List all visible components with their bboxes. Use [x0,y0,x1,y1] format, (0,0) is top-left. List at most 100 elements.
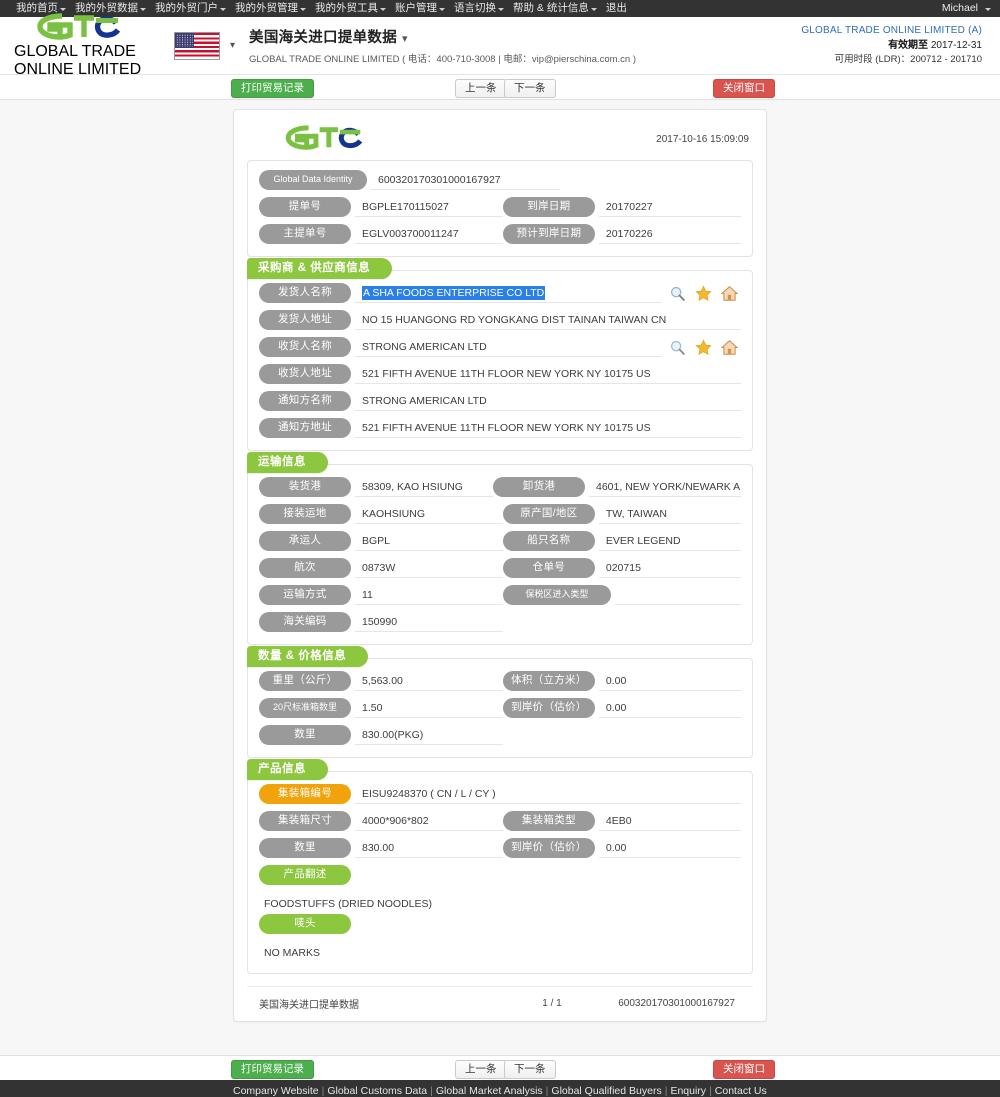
transport-card: 运输信息 装货港 58309, KAO HSIUNG 卸货港 4601, NEW… [247,452,753,645]
receipt-place-value: KAOHSIUNG [355,505,503,524]
nav-item-trade-portal[interactable]: 我的外贸门户 [147,0,227,17]
row-voyage-manifest: 航次 0873W 仓单号 020715 [259,558,741,578]
master-bl-number-value: EGLV003700011247 [355,225,503,244]
document-footer: 美国海关进口提单数据 1 / 1 600320170301000167927 [247,986,753,1011]
row-consignee-name: 收货人名称 STRONG AMERICAN LTD [259,337,741,357]
toolbar-bottom: 打印贸易记录 上一条 下一条 关闭窗口 [0,1055,1000,1080]
row-mode-bonded: 运输方式 11 保税区进入类型 [259,585,741,605]
footer-links: Company Website | Global Customs Data | Glob… [233,1084,767,1097]
row-teu-cif: 20尺标准箱数里 1.50 到岸价（估价） 0.00 [259,698,741,718]
previous-record-button[interactable]: 上一条 [455,79,507,98]
weight-label: 重里（公斤） [259,671,351,691]
row-product-description-label: 产品翻述 [259,865,741,885]
product-cif-price-label: 到岸价（估价） [502,838,595,858]
product-quantity-label: 数里 [259,838,351,858]
previous-record-button-bottom[interactable]: 上一条 [455,1060,507,1079]
close-window-button-bottom[interactable]: 关闭窗口 [713,1060,775,1079]
row-global-data-identity: Global Data Identity 6003201703010001679… [259,170,741,190]
home-icon[interactable] [721,339,738,356]
footer-link-contact-us[interactable]: Contact Us [715,1085,767,1097]
print-trade-record-button[interactable]: 打印贸易记录 [231,79,314,98]
page-title: 美国海关进口提单数据 ▾ [249,26,636,47]
transport-mode-label: 运输方式 [259,585,351,605]
quantity-label: 数里 [259,725,351,745]
row-quantity: 数里 830.00(PKG) [259,725,741,745]
product-description-label: 产品翻述 [259,865,351,885]
next-record-button[interactable]: 下一条 [504,79,556,98]
icp-license: 苏ICP备14033305号 [0,1094,233,1097]
document-gto-logo-icon [285,125,363,150]
toolbar-top: 打印贸易记录 上一条 下一条 关闭窗口 [0,75,1000,100]
nav-item-language-switch[interactable]: 语言切换 [446,0,505,17]
notify-party-address-value: 521 FIFTH AVENUE 11TH FLOOR NEW YORK NY … [355,419,741,438]
load-port-value: 58309, KAO HSIUNG [355,478,493,497]
top-navigation-bar: 我的首页 我的外贸数据 我的外贸门户 我的外贸管理 我的外贸工具 账户管理 语言… [0,0,1000,17]
marks-value: NO MARKS [264,947,321,959]
row-consignee-address: 收货人地址 521 FIFTH AVENUE 11TH FLOOR NEW YO… [259,364,741,384]
page-root: 我的首页 我的外贸数据 我的外贸门户 我的外贸管理 我的外贸工具 账户管理 语言… [0,0,1000,1097]
load-port-label: 装货港 [259,477,351,497]
nav-item-trade-tools[interactable]: 我的外贸工具 [307,0,387,17]
transport-section-title: 运输信息 [247,452,328,473]
footer-link-company-website[interactable]: Company Website [233,1085,319,1097]
page-title-chevron-down-icon[interactable]: ▾ [402,33,408,45]
us-flag-icon[interactable] [174,31,220,60]
star-icon[interactable] [695,338,712,356]
manifest-number-value: 020715 [598,559,741,578]
voyage-value: 0873W [355,559,503,578]
page-title-block: 美国海关进口提单数据 ▾ GLOBAL TRADE ONLINE LIMITED … [249,26,636,65]
container-size-label: 集装箱尺寸 [259,811,351,831]
transport-mode-value: 11 [355,586,503,605]
product-section-title: 产品信息 [247,759,328,780]
global-data-identity-value: 600320170301000167927 [371,171,560,190]
cif-price-label: 到岸价（估价） [502,698,595,718]
account-ldr: 可用时段 (LDR)：200712 - 201710 [801,53,982,67]
volume-label: 体积（立方米） [502,671,595,691]
product-description-value: FOODSTUFFS (DRIED NOODLES) [264,898,433,910]
bl-number-value: BGPLE170115027 [355,198,503,217]
bonded-entry-type-value [614,586,741,605]
nav-item-user-menu[interactable]: Michael [934,0,992,17]
hs-code-value: 150990 [355,613,503,632]
nav-item-trade-management[interactable]: 我的外贸管理 [227,0,307,17]
notify-party-name-value: STRONG AMERICAN LTD [355,392,741,411]
footer-link-global-qualified-buyers[interactable]: Global Qualified Buyers [551,1085,661,1097]
row-container-number: 集装箱编号 EISU9248370 ( CN / L / CY ) [259,784,741,804]
page-title-text: 美国海关进口提单数据 [249,30,398,46]
footer-link-global-market-analysis[interactable]: Global Market Analysis [436,1085,543,1097]
brand-logo[interactable]: GLOBAL TRADE ONLINE LIMITED [14,12,150,79]
search-icon[interactable] [669,339,686,356]
row-ports: 装货港 58309, KAO HSIUNG 卸货港 4601, NEW YORK… [259,477,741,497]
footer-link-enquiry[interactable]: Enquiry [670,1085,706,1097]
document-timestamp: 2017-10-16 15:09:09 [656,133,749,145]
next-record-button-bottom[interactable]: 下一条 [504,1060,556,1079]
account-name[interactable]: GLOBAL TRADE ONLINE LIMITED (A) [801,24,982,39]
row-container-size-type: 集装箱尺寸 4000*906*802 集装箱类型 4EB0 [259,811,741,831]
close-window-button-top[interactable]: 关闭窗口 [713,79,775,98]
shipper-address-value: NO 15 HUANGONG RD YONGKANG DIST TAINAN T… [355,311,741,330]
product-quantity-value: 830.00 [355,839,503,858]
shipper-name-value[interactable]: A SHA FOODS ENTERPRISE CO LTD [355,284,662,303]
parties-section-title: 采购商 & 供应商信息 [247,258,393,279]
nav-item-help-statistics[interactable]: 帮助 & 统计信息 [505,0,598,17]
product-card: 产品信息 集装箱编号 EISU9248370 ( CN / L / CY ) 集… [247,759,753,974]
document-header: 2017-10-16 15:09:09 [247,118,753,160]
search-icon[interactable] [669,285,686,302]
nav-item-logout[interactable]: 退出 [598,0,636,17]
row-notify-address: 通知方地址 521 FIFTH AVENUE 11TH FLOOR NEW YO… [259,418,741,438]
flag-chevron-down-icon[interactable]: ▾ [230,40,235,51]
discharge-port-label: 卸货港 [493,477,585,497]
bill-of-lading-document: 2017-10-16 15:09:09 Global Data Identity… [233,109,767,1022]
account-ldr-label: 可用时段 (LDR)： [834,54,911,66]
footer-link-global-customs-data[interactable]: Global Customs Data [327,1085,427,1097]
nav-item-account-management[interactable]: 账户管理 [387,0,446,17]
star-icon[interactable] [695,284,712,302]
page-footer: 苏ICP备14033305号 Company Website|Global Cu… [0,1080,1000,1097]
print-trade-record-button-bottom[interactable]: 打印贸易记录 [231,1060,314,1079]
quantity-price-section-title: 数量 & 价格信息 [247,646,369,667]
marks-label: 唛头 [259,914,351,934]
quantity-value: 830.00(PKG) [355,726,503,745]
home-icon[interactable] [721,285,738,302]
page-body: 2017-10-16 15:09:09 Global Data Identity… [0,100,1000,1055]
consignee-name-label: 收货人名称 [259,337,351,357]
